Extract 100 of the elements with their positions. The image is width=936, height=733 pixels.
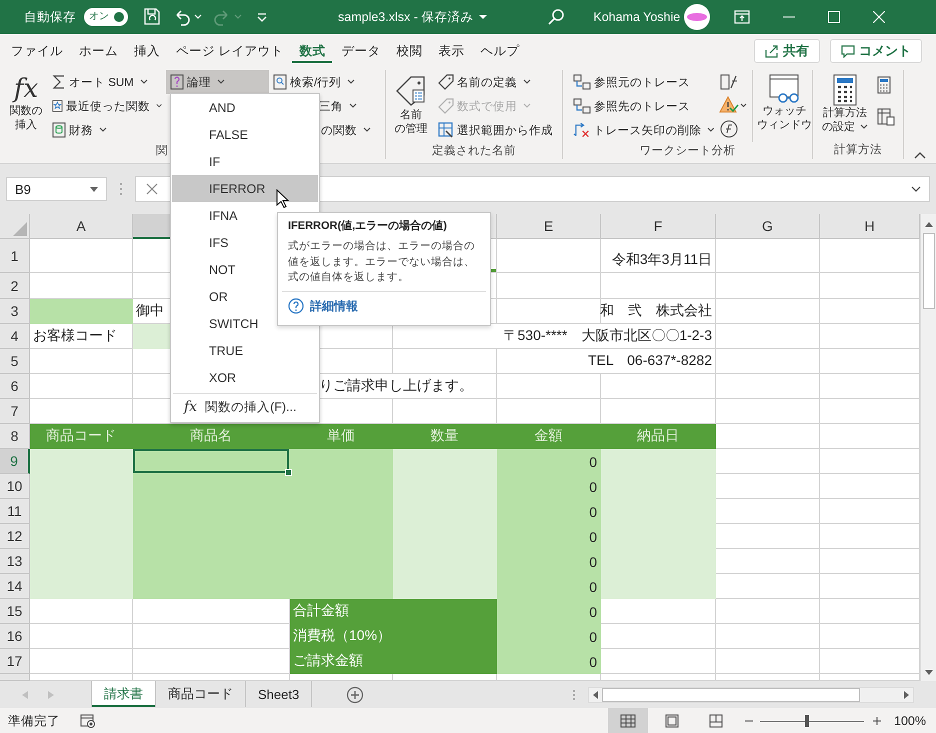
ribbon-options-icon[interactable] <box>734 10 750 24</box>
row-header[interactable]: 17 <box>0 649 30 674</box>
name-manager-button[interactable]: 名前 の管理 <box>386 70 432 142</box>
column-header[interactable]: E <box>497 214 601 239</box>
row-header[interactable]: 9 <box>0 449 30 474</box>
column-header[interactable]: H <box>820 214 920 239</box>
expand-icon[interactable] <box>911 186 921 192</box>
scroll-down-icon[interactable] <box>924 670 932 675</box>
row-header[interactable]: 15 <box>0 599 30 624</box>
row-header[interactable]: 8 <box>0 424 30 449</box>
row-header[interactable]: 16 <box>0 624 30 649</box>
ribbon-menu-button[interactable]: 財務 <box>48 118 166 142</box>
group-label: 定義された名前 <box>431 144 517 159</box>
finance-book-icon <box>52 122 66 138</box>
menu-item[interactable]: TRUE <box>172 337 318 364</box>
ribbon-tab[interactable]: 表示 <box>431 36 472 66</box>
sheet-calculator-icon[interactable] <box>877 108 895 126</box>
search-icon[interactable] <box>547 8 566 26</box>
warning-check-icon[interactable] <box>719 96 747 114</box>
show-formulas-icon[interactable] <box>719 73 739 91</box>
save-icon[interactable] <box>142 7 162 27</box>
row-header[interactable]: 7 <box>0 399 30 424</box>
ribbon-menu-button[interactable]: 検索/行列 <box>269 70 377 94</box>
scrollbar-thumb[interactable] <box>922 233 934 309</box>
ribbon-menu-button[interactable]: オート SUM <box>48 70 166 94</box>
zoom-in-icon[interactable] <box>872 716 882 726</box>
menu-item[interactable]: AND <box>172 94 318 121</box>
group-label: ワークシート分析 <box>638 144 736 159</box>
scroll-up-icon[interactable] <box>924 222 932 227</box>
column-header[interactable]: F <box>601 214 716 239</box>
evaluate-icon[interactable] <box>719 119 739 139</box>
ribbon-tab[interactable]: ページ レイアウト <box>169 36 290 66</box>
sheet-tab[interactable]: 商品コード <box>156 681 246 707</box>
page-layout-icon <box>665 714 680 728</box>
row-header[interactable]: 2 <box>0 273 30 299</box>
ribbon-menu-button[interactable]: 参照元のトレース <box>569 70 719 94</box>
menu-item[interactable]: FALSE <box>172 121 318 148</box>
row-header[interactable]: 14 <box>0 574 30 599</box>
drag-handle-icon[interactable] <box>119 182 123 196</box>
row-header[interactable]: 4 <box>0 324 30 349</box>
comment-button[interactable]: コメント <box>830 39 922 63</box>
avatar-icon[interactable] <box>684 4 710 30</box>
row-header[interactable]: 11 <box>0 499 30 524</box>
ribbon-menu-button[interactable]: 最近使った関数 <box>48 94 166 118</box>
autosave-toggle[interactable]: オン <box>84 8 128 26</box>
ribbon-menu-button[interactable]: 論理 <box>166 70 269 94</box>
add-sheet-icon[interactable] <box>346 686 364 704</box>
calculation-options-button[interactable]: 計算方法 の設定 <box>813 70 873 141</box>
row-header[interactable]: 13 <box>0 549 30 574</box>
view-button[interactable] <box>608 708 648 733</box>
macro-record-icon[interactable] <box>80 714 96 728</box>
ribbon-menu-button[interactable]: 参照先のトレース <box>569 94 719 118</box>
ribbon-menu-button[interactable]: の関数 <box>317 118 377 142</box>
customize-icon[interactable] <box>256 12 268 22</box>
name-box[interactable]: B9 <box>6 177 107 201</box>
scroll-right-icon[interactable] <box>904 690 910 698</box>
insert-function-button[interactable]: fx 関数の 挿入 <box>4 70 48 142</box>
help-link[interactable]: 詳細情報 <box>288 298 358 314</box>
ribbon-menu-button[interactable]: 三角 <box>315 94 377 118</box>
column-header[interactable]: G <box>716 214 820 239</box>
share-button[interactable]: 共有 <box>754 39 820 63</box>
table-cell[interactable] <box>133 449 290 474</box>
row-header[interactable]: 10 <box>0 474 30 499</box>
ribbon-tab[interactable]: ヘルプ <box>473 36 526 66</box>
collapse-ribbon-icon[interactable] <box>914 151 926 159</box>
column-header[interactable]: A <box>30 214 133 239</box>
ribbon-menu-button[interactable]: トレース矢印の削除 <box>569 118 719 142</box>
calculator-icon[interactable] <box>877 76 891 94</box>
menu-item[interactable]: IFERROR <box>172 175 318 202</box>
vertical-scrollbar[interactable] <box>920 214 936 681</box>
ribbon-tab[interactable]: ファイル <box>4 36 70 66</box>
scroll-left-icon[interactable] <box>593 690 598 698</box>
zoom-level[interactable]: 100% <box>894 714 926 728</box>
watch-window-button[interactable]: ウォッチ ウィンドウ <box>757 70 812 142</box>
horizontal-scrollbar[interactable] <box>588 686 914 702</box>
grid-icon <box>438 122 454 138</box>
row-header[interactable]: 12 <box>0 524 30 549</box>
ribbon-tab[interactable]: データ <box>334 36 388 66</box>
caret-icon[interactable] <box>194 14 202 20</box>
ribbon-menu-button[interactable]: 名前の定義 <box>434 70 557 94</box>
maximize-icon[interactable] <box>828 11 840 23</box>
ribbon-tab[interactable]: 数式 <box>292 36 332 66</box>
caret-icon[interactable] <box>479 14 488 20</box>
menu-item[interactable]: IF <box>172 148 318 175</box>
fill-handle[interactable] <box>285 469 292 476</box>
caret-icon <box>156 103 162 109</box>
cancel-icon[interactable] <box>146 183 158 195</box>
ribbon-tab[interactable]: 校閲 <box>389 36 430 66</box>
row-header[interactable]: 6 <box>0 374 30 399</box>
close-icon[interactable] <box>873 11 886 23</box>
table-cell: 0 <box>497 599 601 624</box>
sheet-tab[interactable]: Sheet3 <box>246 681 312 707</box>
ribbon-tab[interactable]: ホーム <box>72 36 125 66</box>
sheet-tab[interactable]: 請求書 <box>91 681 156 707</box>
tag-icon <box>438 74 454 90</box>
row-header[interactable]: 3 <box>0 299 30 324</box>
ribbon-tab[interactable]: 挿入 <box>127 36 167 66</box>
row-header[interactable]: 5 <box>0 349 30 374</box>
row-header[interactable]: 1 <box>0 239 30 273</box>
ribbon-menu-button[interactable]: 選択範囲から作成 <box>434 118 557 142</box>
